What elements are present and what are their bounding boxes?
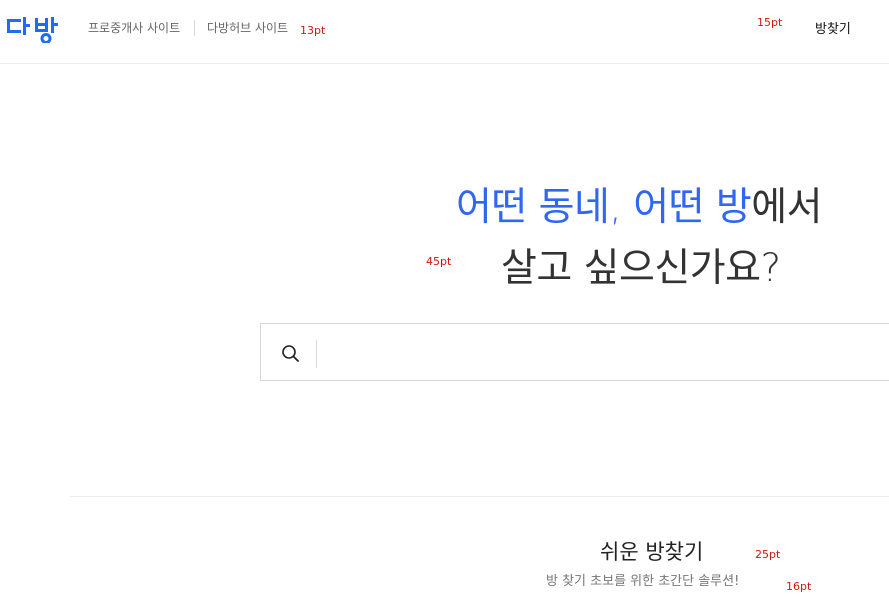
nav-divider bbox=[194, 20, 195, 36]
hero-headline-line2: 살고 싶으신가요? bbox=[501, 246, 781, 291]
section-title: 쉬운 방찾기 bbox=[600, 540, 704, 564]
search-icon bbox=[282, 345, 299, 362]
nav-font-size-annotation: 13pt bbox=[300, 24, 326, 37]
pro-agent-site-link[interactable]: 프로중개사 사이트 bbox=[88, 20, 180, 36]
page: 프로중개사 사이트 다방허브 사이트 13pt 15pt 방찾기 어떤 동네, … bbox=[0, 0, 889, 597]
search-box[interactable] bbox=[260, 323, 889, 381]
top-header: 프로중개사 사이트 다방허브 사이트 13pt 15pt 방찾기 bbox=[0, 0, 889, 64]
search-input[interactable] bbox=[327, 336, 889, 372]
hero-line1-suffix: 에서 bbox=[751, 185, 823, 230]
dabang-logo[interactable] bbox=[7, 17, 69, 43]
section-divider bbox=[70, 496, 889, 497]
title-font-size-annotation: 25pt bbox=[755, 548, 781, 561]
dabang-hub-site-link[interactable]: 다방허브 사이트 bbox=[207, 20, 288, 36]
hero-font-size-annotation: 45pt bbox=[426, 255, 452, 268]
section-subtitle: 방 찾기 초보를 위한 초간단 솔루션! bbox=[546, 574, 740, 589]
hero-highlight-neighborhood: 어떤 동네, bbox=[456, 185, 622, 230]
find-font-size-annotation: 15pt bbox=[757, 16, 783, 29]
search-divider bbox=[316, 340, 317, 368]
subtitle-font-size-annotation: 16pt bbox=[786, 580, 812, 593]
hero-headline-line1: 어떤 동네, 어떤 방에서 bbox=[456, 184, 823, 232]
find-room-link[interactable]: 방찾기 bbox=[815, 21, 851, 39]
hero-highlight-room: 어떤 방 bbox=[633, 185, 752, 230]
